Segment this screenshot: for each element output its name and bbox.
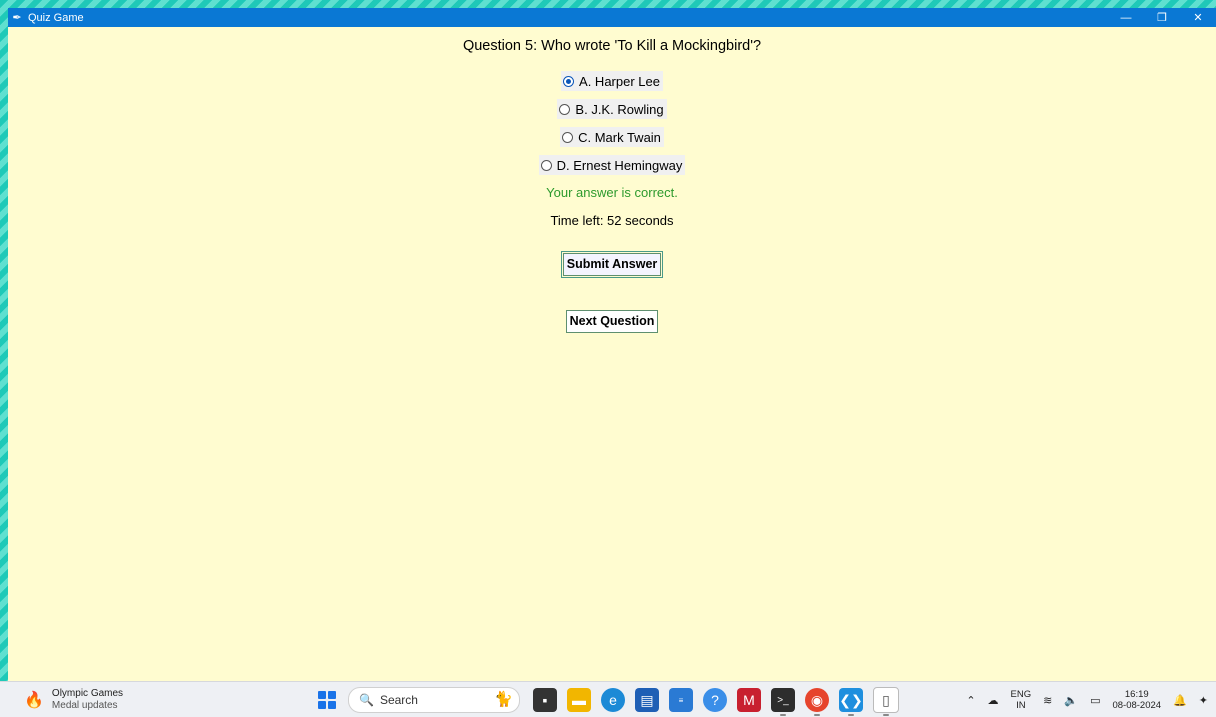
submit-wrap: Submit Answer [8, 251, 1216, 278]
copilot-icon[interactable]: ✦ [1199, 694, 1208, 707]
task-view-icon[interactable]: ▪ [533, 688, 557, 712]
search-icon: 🔍 [359, 693, 374, 707]
taskbar-search[interactable]: 🔍 Search 🐈 [348, 687, 520, 713]
radio-unchecked-icon [562, 131, 574, 143]
option-b-label: B. J.K. Rowling [575, 101, 664, 117]
answer-feedback: Your answer is correct. [546, 185, 678, 200]
search-label: Search [379, 693, 418, 707]
radio-unchecked-icon [559, 103, 571, 115]
option-c: C. Mark Twain [8, 127, 1216, 147]
option-d-label: D. Ernest Hemingway [556, 157, 683, 173]
weather-widget[interactable]: 🔥 Olympic Games Medal updates [24, 688, 123, 712]
clock[interactable]: 16:19 08-08-2024 [1112, 689, 1161, 711]
option-c-label: C. Mark Twain [578, 129, 661, 145]
mobile-app-icon[interactable]: ≡ [669, 688, 693, 712]
widget-subtitle: Medal updates [51, 700, 118, 711]
store-icon[interactable]: ▤ [635, 688, 659, 712]
option-a: A. Harper Lee [8, 71, 1216, 91]
submit-answer-button[interactable]: Submit Answer [560, 251, 664, 278]
cat-icon: 🐈 [494, 691, 513, 708]
clock-time: 16:19 [1124, 689, 1149, 700]
window-controls: — ❐ ✕ [1108, 8, 1216, 27]
radio-unchecked-icon [540, 159, 552, 171]
next-question-button[interactable]: Next Question [565, 310, 659, 333]
option-b: B. J.K. Rowling [8, 99, 1216, 119]
quiz-window: ✒ Quiz Game — ❐ ✕ Question 5: Who wrote … [8, 8, 1216, 681]
close-icon[interactable]: ✕ [1180, 8, 1216, 27]
option-c-radio[interactable]: C. Mark Twain [560, 127, 664, 147]
vscode-icon[interactable]: ❮❯ [839, 688, 863, 716]
feather-icon: ✒ [12, 12, 22, 24]
window-title: Quiz Game [28, 11, 84, 24]
chevron-up-icon[interactable]: ⌃ [966, 694, 975, 707]
wifi-icon[interactable]: ≋ [1043, 694, 1052, 707]
help-icon[interactable]: ? [703, 688, 727, 712]
battery-icon[interactable]: ▭ [1090, 694, 1100, 707]
option-b-radio[interactable]: B. J.K. Rowling [557, 99, 667, 119]
restore-icon[interactable]: ❐ [1144, 8, 1180, 27]
question-text: Question 5: Who wrote 'To Kill a Mocking… [462, 38, 762, 54]
widget-title: Olympic Games [51, 688, 124, 699]
clock-date: 08-08-2024 [1112, 700, 1162, 711]
document-icon[interactable]: ▯ [873, 687, 899, 716]
volume-icon[interactable]: 🔈 [1064, 694, 1078, 707]
terminal-icon[interactable]: >_ [771, 688, 795, 716]
edge-icon[interactable]: e [601, 688, 625, 712]
mcafee-icon[interactable]: M [737, 688, 761, 712]
taskbar-apps: 🔍 Search 🐈 ▪ ▬ e ▤ ≡ ? M >_ ◉ ❮❯ ▯ [318, 685, 904, 716]
windows-start-icon[interactable] [318, 691, 336, 709]
cloud-off-icon[interactable]: ☁ [988, 694, 999, 707]
radio-checked-icon [563, 75, 575, 87]
option-a-radio[interactable]: A. Harper Lee [561, 71, 663, 91]
lang-bottom: IN [1016, 700, 1026, 711]
option-a-label: A. Harper Lee [579, 73, 660, 89]
lang-top: ENG [1010, 689, 1032, 700]
chrome-icon[interactable]: ◉ [805, 688, 829, 716]
next-wrap: Next Question [8, 310, 1216, 333]
option-d-radio[interactable]: D. Ernest Hemingway [538, 155, 686, 175]
bell-icon[interactable]: 🔔 [1173, 694, 1187, 707]
option-d: D. Ernest Hemingway [8, 155, 1216, 175]
quiz-content: Question 5: Who wrote 'To Kill a Mocking… [8, 27, 1216, 681]
file-explorer-icon[interactable]: ▬ [567, 688, 591, 712]
minimize-icon[interactable]: — [1108, 8, 1144, 27]
language-indicator[interactable]: ENG IN [1011, 689, 1032, 711]
taskbar: 🔥 Olympic Games Medal updates 🔍 Search 🐈… [0, 681, 1216, 717]
title-bar[interactable]: ✒ Quiz Game — ❐ ✕ [8, 8, 1216, 27]
time-left: Time left: 52 seconds [550, 213, 674, 228]
system-tray: ⌃ ☁ ENG IN ≋ 🔈 ▭ 16:19 08-08-2024 🔔 ✦ [960, 682, 1216, 717]
torch-icon: 🔥 [24, 692, 44, 709]
